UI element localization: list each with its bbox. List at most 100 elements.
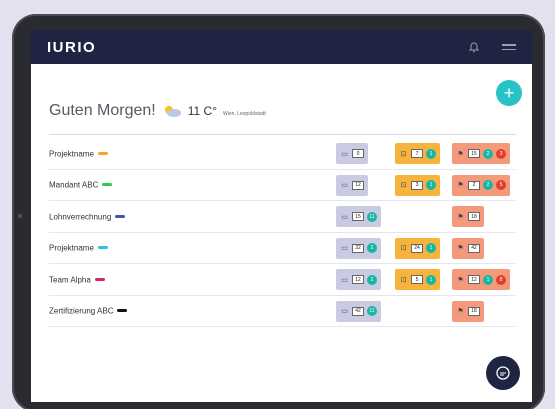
status-badge: 11	[367, 211, 377, 222]
count-badge: 7	[411, 149, 423, 158]
alert-badge: 8	[496, 274, 506, 285]
g3-group[interactable]: ⚑ 42	[452, 237, 484, 259]
folder-icon: ▭	[341, 213, 348, 221]
count-badge: 18	[468, 212, 480, 221]
row-label: Mandant ABC	[49, 180, 99, 190]
topbar-actions	[468, 41, 516, 53]
row-label: Projektname	[49, 148, 94, 158]
tag-swatch	[117, 309, 128, 313]
g3-group[interactable]: ⚑ 18	[452, 206, 484, 227]
camera-icon	[18, 214, 22, 218]
tag-swatch	[102, 183, 113, 187]
g1-group[interactable]: ▭ 12 2	[336, 269, 381, 290]
greeting-text: Guten Morgen!	[49, 102, 156, 119]
count-badge: 15	[352, 212, 364, 221]
g2-group[interactable]: ⊡ 24 1	[395, 237, 440, 259]
g1-group[interactable]: ▭ 12	[336, 174, 368, 196]
list-item[interactable]: Zertifizierung ABC ▭ 42 11 ⚑ 18	[49, 296, 516, 327]
status-badge: 1	[426, 148, 436, 159]
row-name: Mandant ABC	[49, 180, 129, 189]
list-item[interactable]: Team Alpha ▭ 12 2 ⊡ 5 1 ⚑ 12 1 8	[49, 264, 516, 296]
row-name: Projektname	[49, 243, 129, 252]
status-badge: 1	[483, 274, 493, 285]
menu-icon[interactable]	[502, 44, 516, 50]
count-badge: 15	[468, 149, 480, 158]
partly-cloudy-icon	[164, 106, 181, 117]
g3-group[interactable]: ⚑ 2 2 5	[452, 174, 510, 196]
project-list: Projektname ▭ 0 ⊡ 7 1 ⚑ 15 2 3 Mandant ABC ▭ 12 ⊡ 3 1 ⚑ 2…	[49, 138, 516, 327]
list-item[interactable]: Projektname ▭ 32 2 ⊡ 24 1 ⚑ 42	[49, 233, 516, 264]
g2-group[interactable]: ⊡ 3 1	[395, 174, 440, 196]
g2-group[interactable]: ⊡ 5 1	[395, 269, 440, 290]
row-name: Lohnverrechnung	[49, 212, 129, 221]
g3-group[interactable]: ⚑ 18	[452, 300, 484, 322]
count-badge: 42	[352, 306, 364, 316]
tag-swatch	[97, 246, 108, 250]
status-badge: 2	[367, 243, 377, 253]
chat-icon	[496, 366, 510, 380]
count-badge: 42	[468, 243, 480, 253]
count-badge: 32	[352, 243, 364, 253]
count-badge: 18	[468, 306, 480, 316]
g1-group[interactable]: ▭ 15 11	[336, 206, 381, 227]
count-badge: 2	[468, 180, 480, 190]
folder-icon: ▭	[341, 150, 348, 158]
chat-button[interactable]	[486, 356, 520, 390]
flag-icon: ⚑	[457, 245, 464, 252]
clipboard-icon: ⊡	[400, 245, 407, 252]
row-name: Zertifizierung ABC	[49, 306, 129, 315]
tag-swatch	[97, 151, 108, 155]
greeting-bar: Guten Morgen! 11 C° Wien, Leopoldstadt	[49, 102, 266, 120]
g1-group[interactable]: ▭ 42 11	[336, 300, 381, 322]
g1-group[interactable]: ▭ 32 2	[336, 237, 381, 259]
folder-icon: ▭	[341, 182, 348, 189]
folder-icon: ▭	[341, 245, 348, 252]
g3-group[interactable]: ⚑ 15 2 3	[452, 143, 510, 164]
status-badge: 2	[483, 148, 493, 159]
add-button[interactable]: +	[496, 80, 522, 106]
app-screen: IURIO + Guten Morgen! 11 C° Wien, Leopol…	[31, 30, 532, 402]
app-logo[interactable]: IURIO	[47, 39, 96, 56]
flag-icon: ⚑	[457, 182, 464, 189]
top-bar: IURIO	[31, 30, 532, 64]
folder-icon: ▭	[341, 308, 348, 315]
clipboard-icon: ⊡	[400, 150, 407, 158]
row-label: Zertifizierung ABC	[49, 306, 114, 316]
status-badge: 11	[367, 306, 377, 316]
list-item[interactable]: Projektname ▭ 0 ⊡ 7 1 ⚑ 15 2 3	[49, 138, 516, 170]
clipboard-icon: ⊡	[400, 276, 407, 284]
row-name: Projektname	[49, 149, 129, 158]
location: Wien, Leopoldstadt	[223, 111, 266, 117]
count-badge: 12	[468, 275, 480, 284]
row-label: Team Alpha	[49, 274, 91, 284]
count-badge: 3	[411, 180, 423, 190]
count-badge: 12	[352, 275, 364, 284]
g1-group[interactable]: ▭ 0	[336, 143, 368, 164]
status-badge: 1	[426, 274, 436, 285]
tag-swatch	[94, 277, 105, 281]
folder-icon: ▭	[341, 276, 348, 284]
status-badge: 1	[426, 180, 436, 190]
flag-icon: ⚑	[457, 213, 464, 221]
list-item[interactable]: Mandant ABC ▭ 12 ⊡ 3 1 ⚑ 2 2 5	[49, 170, 516, 201]
bell-icon[interactable]	[468, 41, 480, 53]
g3-group[interactable]: ⚑ 12 1 8	[452, 269, 510, 290]
list-item[interactable]: Lohnverrechnung ▭ 15 11 ⚑ 18	[49, 201, 516, 233]
flag-icon: ⚑	[457, 150, 464, 158]
status-badge: 1	[426, 243, 436, 253]
flag-icon: ⚑	[457, 308, 464, 315]
status-badge: 2	[367, 274, 377, 285]
alert-badge: 5	[496, 180, 506, 190]
row-name: Team Alpha	[49, 275, 129, 284]
count-badge: 0	[352, 149, 364, 158]
temperature: 11 C°	[187, 104, 217, 118]
clipboard-icon: ⊡	[400, 182, 407, 189]
g2-group[interactable]: ⊡ 7 1	[395, 143, 440, 164]
tag-swatch	[115, 214, 126, 218]
status-badge: 2	[483, 180, 493, 190]
count-badge: 12	[352, 180, 364, 190]
row-label: Projektname	[49, 243, 94, 253]
alert-badge: 3	[496, 148, 506, 159]
count-badge: 5	[411, 275, 423, 284]
flag-icon: ⚑	[457, 276, 464, 284]
